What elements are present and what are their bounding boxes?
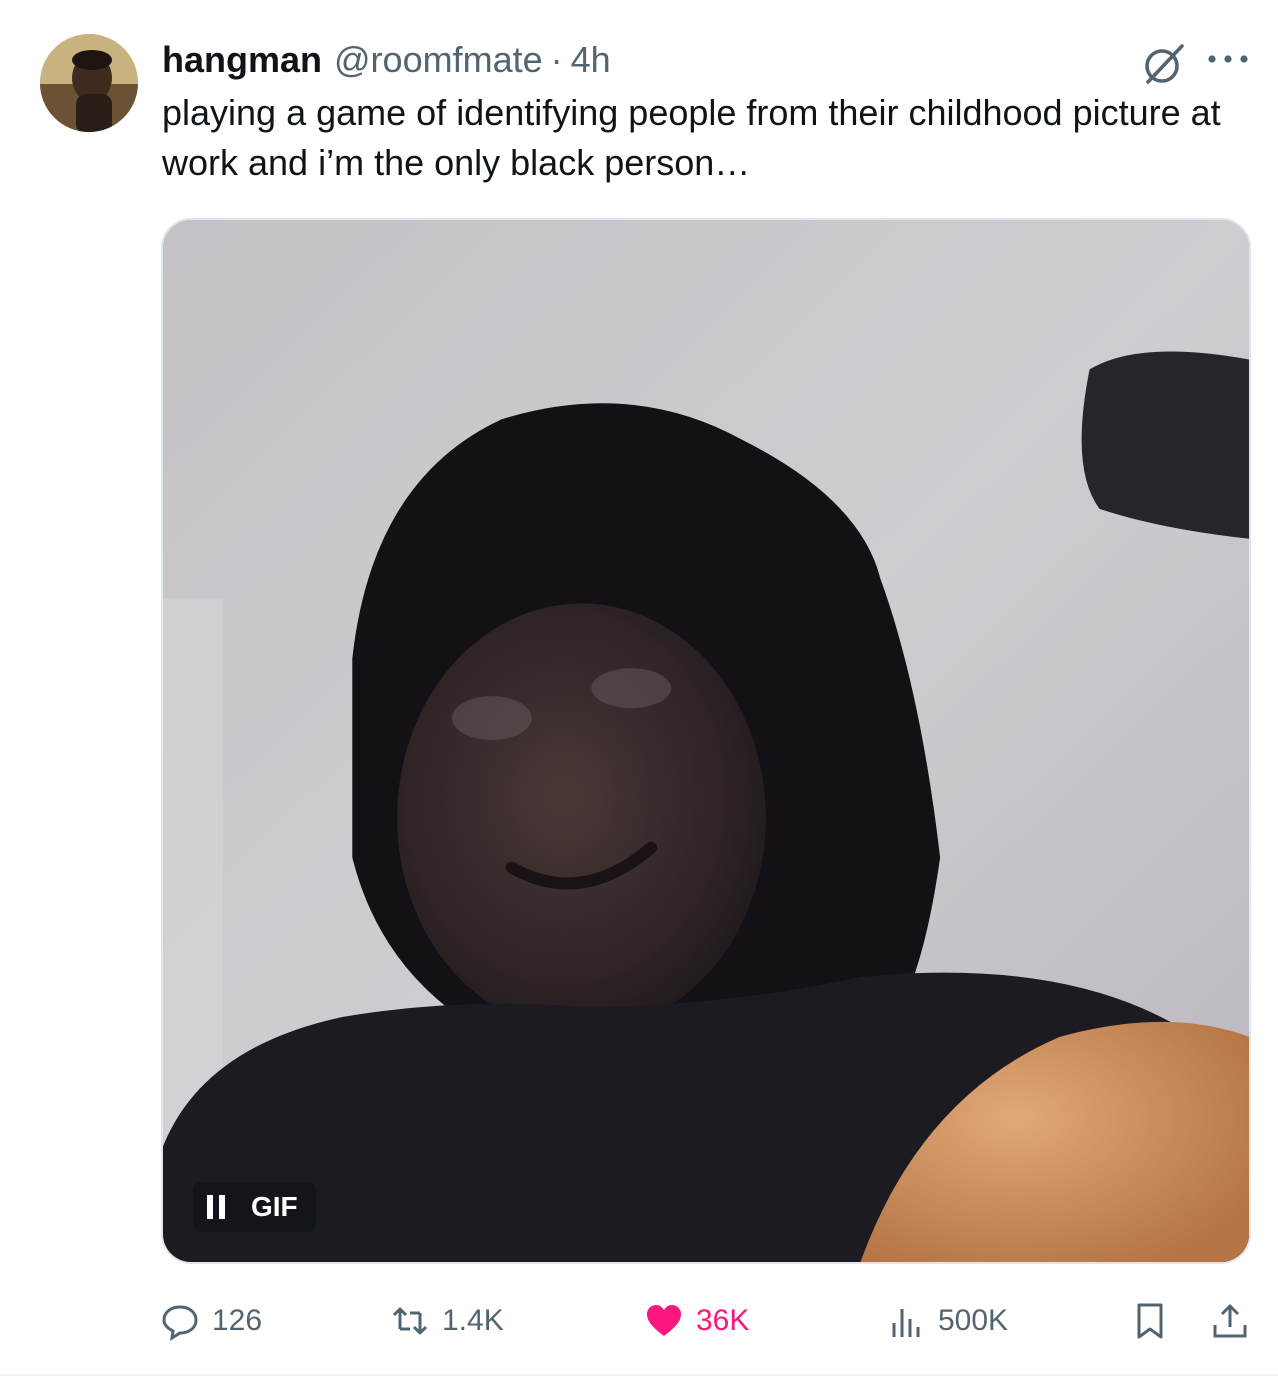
author-name[interactable]: hangman: [162, 38, 322, 82]
gif-badge[interactable]: GIF: [193, 1182, 316, 1232]
views-icon: [892, 1309, 920, 1337]
repost-button[interactable]: 1.4K: [390, 1296, 504, 1346]
bookmark-icon: [1137, 1303, 1163, 1339]
views-button[interactable]: 500K: [886, 1296, 1008, 1346]
tweet-timestamp[interactable]: 4h: [571, 38, 611, 82]
like-count: 36K: [696, 1304, 750, 1337]
reply-count: 126: [212, 1304, 263, 1337]
author-avatar[interactable]: [40, 34, 138, 132]
tweet-text: playing a game of identifying people fro…: [162, 92, 1221, 183]
action-bar: 126 1.4K 36K 500K: [160, 1296, 1260, 1346]
divider: [0, 1374, 1278, 1376]
gif-media[interactable]: GIF: [161, 218, 1251, 1264]
repost-count: 1.4K: [442, 1304, 504, 1337]
pause-icon[interactable]: [207, 1194, 225, 1220]
reply-icon: [162, 1305, 198, 1341]
repost-icon: [392, 1307, 428, 1335]
header-separator: ·: [550, 39, 563, 80]
reply-button[interactable]: 126: [160, 1296, 262, 1346]
tweet-header: hangman @roomfmate · 4h: [162, 38, 611, 82]
more-icon[interactable]: [1204, 44, 1252, 74]
like-button[interactable]: 36K: [644, 1296, 749, 1346]
share-button[interactable]: [1210, 1296, 1250, 1346]
bookmark-button[interactable]: [1130, 1296, 1170, 1346]
share-icon: [1213, 1304, 1247, 1338]
views-count: 500K: [938, 1304, 1009, 1337]
tweet-card: hangman @roomfmate · 4h playing a game o…: [0, 0, 1278, 1384]
author-handle[interactable]: @roomfmate: [334, 38, 543, 82]
grok-icon[interactable]: [1140, 40, 1188, 88]
gif-frame: [163, 220, 1249, 1262]
gif-label: GIF: [251, 1191, 298, 1222]
heart-icon: [647, 1305, 681, 1336]
